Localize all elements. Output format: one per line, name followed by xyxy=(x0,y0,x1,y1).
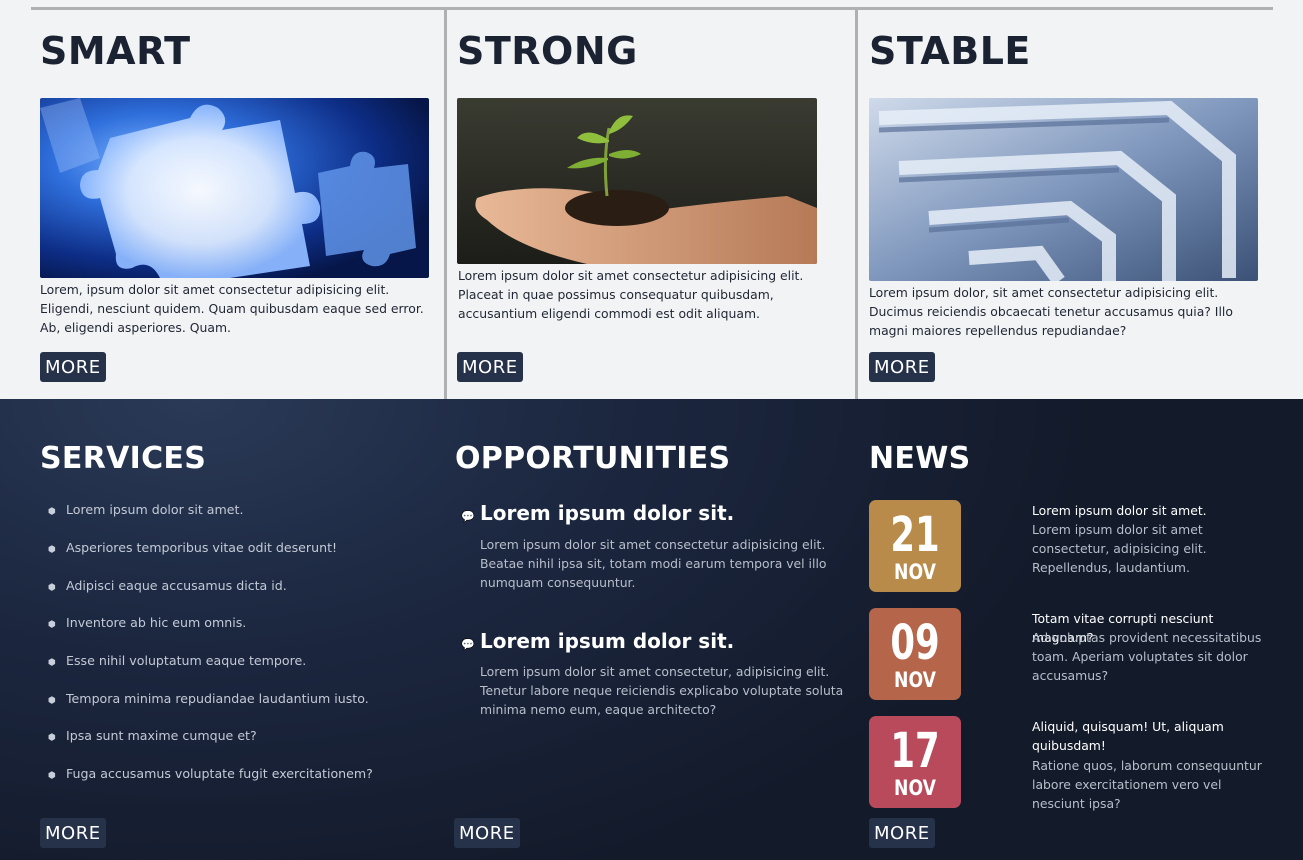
services-more-button[interactable]: MORE xyxy=(40,818,106,848)
bullet-icon: ⬢ xyxy=(48,545,56,555)
services-title: SERVICES xyxy=(40,441,207,476)
news-headline[interactable]: Lorem ipsum dolor sit amet. xyxy=(1032,501,1277,520)
list-item: ⬢ Esse nihil voluptatum eaque tempore. xyxy=(48,653,307,668)
news-headline[interactable]: Aliquid, quisquam! Ut, aliquam quibusdam… xyxy=(1032,717,1277,755)
opportunities-title: OPPORTUNITIES xyxy=(455,441,731,476)
date-badge: 09 NOV xyxy=(869,608,961,700)
list-item: ⬢ Inventore ab hic eum omnis. xyxy=(48,615,247,630)
bullet-icon: ⬢ xyxy=(48,507,56,517)
opportunity-text: Lorem ipsum dolor sit amet consectetur, … xyxy=(480,664,844,718)
more-button[interactable]: MORE xyxy=(869,352,935,382)
date-day: 17 xyxy=(890,723,940,779)
opportunity-heading: Lorem ipsum dolor sit. xyxy=(480,501,735,525)
bullet-icon: ⬢ xyxy=(48,658,56,668)
column-divider xyxy=(855,7,858,399)
bullet-icon: ⬢ xyxy=(48,583,56,593)
list-item: ⬢ Fuga accusamus voluptate fugit exercita… xyxy=(48,766,373,781)
date-month: NOV xyxy=(894,776,936,800)
features-section: SMART Lorem, ipsum dolor sit amet consec… xyxy=(0,0,1303,399)
feature-title: STABLE xyxy=(869,29,1031,73)
opportunity-text: Lorem ipsum dolor sit amet consectetur a… xyxy=(480,537,827,591)
list-item: ⬢ Ipsa sunt maxime cumque et? xyxy=(48,728,257,743)
date-badge: 17 NOV xyxy=(869,716,961,808)
date-month: NOV xyxy=(894,560,936,584)
opportunities-more-button[interactable]: MORE xyxy=(454,818,520,848)
more-button[interactable]: MORE xyxy=(457,352,523,382)
list-item: ⬢ Adipisci eaque accusamus dicta id. xyxy=(48,578,287,593)
date-month: NOV xyxy=(894,668,936,692)
bullet-icon: ⬢ xyxy=(48,733,56,743)
more-button[interactable]: MORE xyxy=(40,352,106,382)
feature-title: STRONG xyxy=(457,29,638,73)
speech-bubble-icon: 💬 xyxy=(461,510,475,523)
feature-text: Lorem ipsum dolor, sit amet consectetur … xyxy=(869,285,1233,339)
seedling-hand-image xyxy=(457,98,817,264)
info-section: SERVICES ⬢ Lorem ipsum dolor sit amet. ⬢ A… xyxy=(0,399,1303,860)
bullet-icon: ⬢ xyxy=(48,696,56,706)
date-day: 21 xyxy=(890,507,940,563)
bullet-icon: ⬢ xyxy=(48,620,56,630)
list-item: ⬢ Tempora minima repudiandae laudantium i… xyxy=(48,691,369,706)
news-body: Ad voluptas provident necessitatibus toa… xyxy=(1032,630,1262,684)
news-title: NEWS xyxy=(869,441,971,476)
date-badge: 21 NOV xyxy=(869,500,961,592)
news-body: Lorem ipsum dolor sit amet consectetur, … xyxy=(1032,522,1207,576)
date-day: 09 xyxy=(890,615,940,671)
list-item: ⬢ Lorem ipsum dolor sit amet. xyxy=(48,502,244,517)
feature-title: SMART xyxy=(40,29,191,73)
opportunity-heading: Lorem ipsum dolor sit. xyxy=(480,629,735,653)
top-rule xyxy=(31,7,1273,10)
feature-text: Lorem, ipsum dolor sit amet consectetur … xyxy=(40,282,424,336)
puzzle-image xyxy=(40,98,429,278)
column-divider xyxy=(444,7,447,399)
speech-bubble-icon: 💬 xyxy=(461,638,475,651)
maze-image xyxy=(869,98,1258,281)
news-body: Ratione quos, laborum consequuntur labor… xyxy=(1032,758,1262,812)
news-more-button[interactable]: MORE xyxy=(869,818,935,848)
list-item: ⬢ Asperiores temporibus vitae odit deseru… xyxy=(48,540,338,555)
feature-text: Lorem ipsum dolor sit amet consectetur a… xyxy=(458,268,804,322)
bullet-icon: ⬢ xyxy=(48,771,56,781)
